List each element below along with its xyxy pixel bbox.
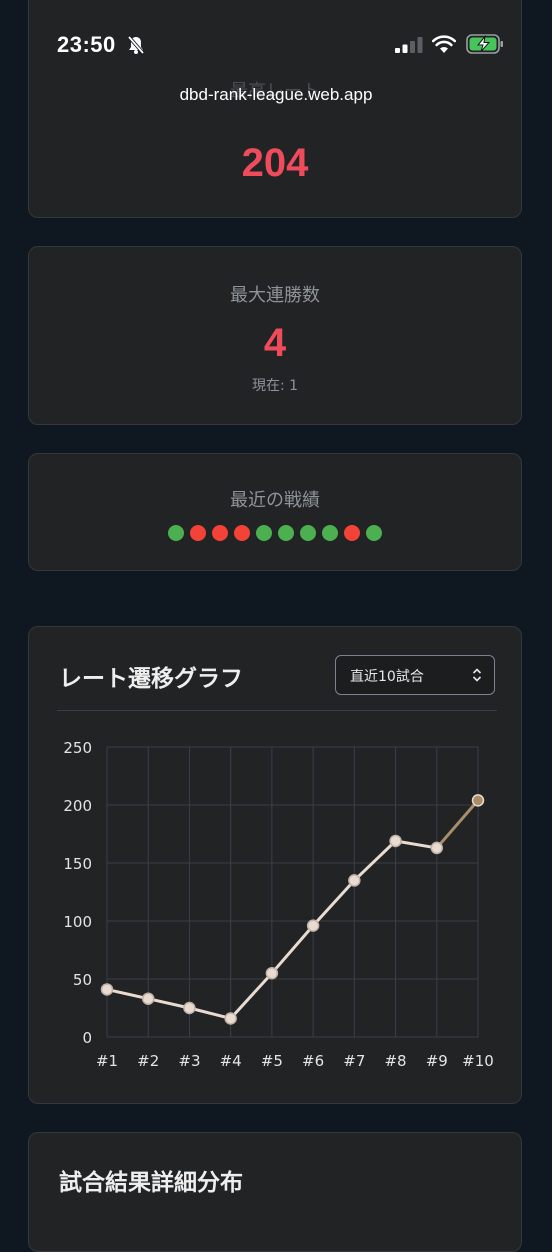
status-bar: 23:50 — [0, 0, 552, 90]
result-dot-loss — [344, 525, 360, 541]
x-tick-label: #1 — [96, 1052, 118, 1070]
status-time: 23:50 — [57, 32, 116, 57]
x-tick-label: #8 — [384, 1052, 406, 1070]
rate-chart-card: レート遷移グラフ 直近10試合 0 50 100 150 200 250 #1 #2 #3 #4 #… — [28, 626, 522, 1104]
y-tick-label: 0 — [82, 1029, 92, 1047]
data-point — [306, 919, 320, 932]
data-point — [348, 874, 361, 887]
data-point — [471, 794, 485, 807]
y-tick-label: 50 — [73, 971, 92, 989]
data-point — [100, 983, 114, 996]
recent-results-card: 最近の戦績 — [28, 453, 522, 571]
data-point — [430, 841, 444, 855]
rate-line-chart: 0 50 100 150 200 250 #1 #2 #3 #4 #5 #6 #7 #8 #9 #10 — [63, 739, 494, 1070]
x-tick-label: #2 — [137, 1052, 159, 1070]
x-tick-label: #6 — [302, 1052, 324, 1070]
x-tick-label: #3 — [178, 1052, 200, 1070]
distribution-title: 試合結果詳細分布 — [59, 1170, 243, 1196]
result-dot-win — [322, 525, 338, 541]
series-line-segment — [352, 839, 398, 882]
x-tick-label: #10 — [462, 1052, 494, 1070]
series-line-segment — [311, 878, 356, 928]
y-tick-label: 250 — [63, 739, 92, 757]
data-point — [141, 992, 155, 1005]
result-dot-loss — [234, 525, 250, 541]
result-dot-loss — [212, 525, 228, 541]
x-tick-label: #5 — [261, 1052, 283, 1070]
url-bar[interactable]: dbd-rank-league.web.app — [0, 85, 552, 105]
result-dot-win — [278, 525, 294, 541]
distribution-card: 試合結果詳細分布 — [28, 1132, 522, 1252]
wifi-icon — [432, 35, 456, 53]
max-streak-label: 最大連勝数 — [230, 285, 320, 306]
data-point — [265, 966, 279, 980]
result-dot-loss — [190, 525, 206, 541]
series-line-segment — [435, 798, 480, 850]
series-line-segment — [394, 839, 439, 850]
result-dot-win — [300, 525, 316, 541]
top-rate-value: 204 — [241, 141, 309, 185]
data-point — [224, 1012, 237, 1025]
recent-results-dots — [29, 525, 521, 541]
series-line-segment — [146, 997, 191, 1010]
max-streak-value: 4 — [263, 321, 287, 365]
data-point — [183, 1001, 196, 1015]
x-tick-label: #7 — [343, 1052, 365, 1070]
cellular-signal-icon — [395, 37, 423, 53]
result-dot-win — [256, 525, 272, 541]
result-dot-win — [366, 525, 382, 541]
y-tick-label: 200 — [63, 797, 92, 815]
series-line-segment — [270, 924, 315, 975]
series-line-segment — [187, 1006, 233, 1020]
max-streak-card: 最大連勝数 4 現在: 1 — [28, 246, 522, 425]
data-point — [389, 834, 402, 848]
series-line-segment — [105, 987, 150, 1001]
x-tick-label: #4 — [220, 1052, 242, 1070]
current-streak-note: 現在: 1 — [251, 378, 299, 394]
bell-slash-icon — [127, 35, 145, 55]
y-tick-label: 150 — [63, 855, 92, 873]
recent-results-label: 最近の戦績 — [230, 490, 320, 511]
result-dot-win — [168, 525, 184, 541]
x-tick-label: #9 — [426, 1052, 448, 1070]
battery-charging-icon — [466, 34, 503, 54]
y-tick-label: 100 — [63, 913, 92, 931]
series-line-segment — [229, 971, 274, 1020]
